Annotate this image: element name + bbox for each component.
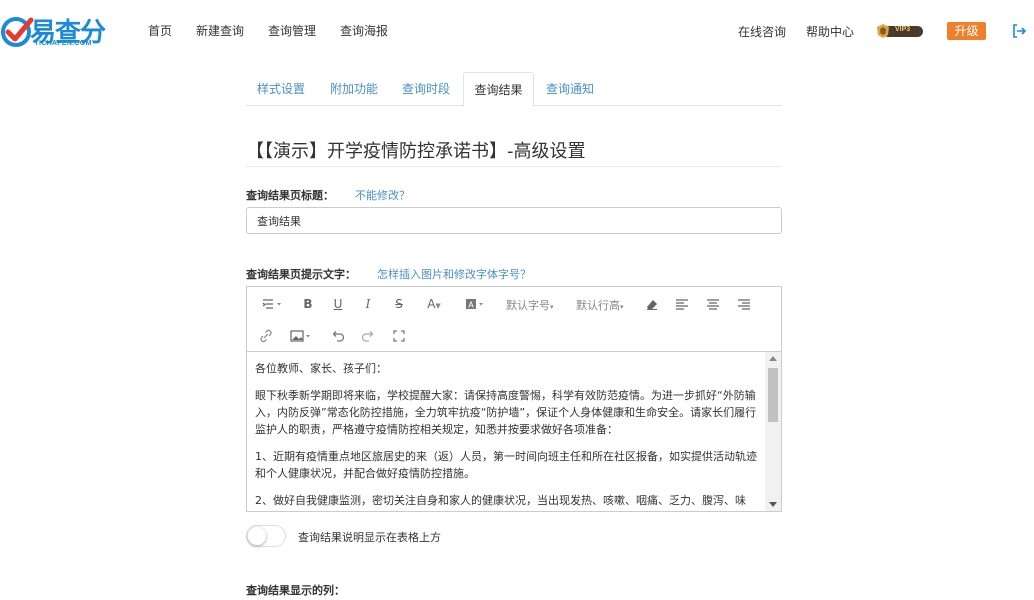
editor-paragraph: 各位教师、家长、孩子们：: [255, 362, 387, 375]
tab-addons[interactable]: 附加功能: [318, 72, 390, 106]
title-divider: [246, 166, 782, 167]
upgrade-button[interactable]: 升级: [947, 22, 986, 40]
indent-icon[interactable]: [261, 295, 283, 313]
show-above-table-toggle[interactable]: [246, 525, 286, 547]
editor-scrollbar[interactable]: [765, 352, 781, 511]
vip-level: VIP3: [895, 26, 911, 33]
page-title: 【【演示】开学疫情防控承诺书】-高级设置: [246, 141, 586, 162]
result-title-label: 查询结果页标题：: [246, 189, 334, 202]
link-icon[interactable]: [257, 327, 275, 345]
logo[interactable]: 易查分 YICHAFEN.COM: [0, 10, 110, 52]
align-left-icon[interactable]: [673, 295, 691, 313]
editor-paragraph: 2、做好自我健康监测，密切关注自身和家人的健康状况，当出现发热、咳嗽、咽痛、乏力…: [255, 494, 746, 507]
tab-style[interactable]: 样式设置: [246, 72, 316, 106]
editor-toolbar: B U I S A▼ A 默认字号▾ 默认行高▾: [247, 287, 781, 352]
cannot-modify-link[interactable]: 不能修改？: [355, 187, 410, 203]
scroll-down-icon[interactable]: [769, 502, 777, 507]
result-columns-label: 查询结果显示的列：: [246, 584, 345, 597]
background-color-icon[interactable]: A: [463, 295, 489, 313]
align-center-icon[interactable]: [704, 295, 722, 313]
editor-paragraph: 眼下秋季新学期即将来临，学校提醒大家：请保持高度警惕，科学有效防范疫情。为进一步…: [255, 389, 757, 436]
nav-query-poster[interactable]: 查询海报: [340, 22, 388, 39]
scroll-thumb[interactable]: [768, 368, 778, 422]
svg-text:A: A: [468, 301, 474, 310]
strikethrough-icon[interactable]: S: [390, 295, 408, 313]
editor-content[interactable]: 各位教师、家长、孩子们： 眼下秋季新学期即将来临，学校提醒大家：请保持高度警惕，…: [247, 352, 765, 511]
italic-icon[interactable]: I: [359, 295, 377, 313]
image-icon[interactable]: [289, 327, 315, 345]
toggle-knob: [248, 527, 266, 545]
font-size-select[interactable]: 默认字号▾: [506, 297, 554, 313]
logo-domain: YICHAFEN.COM: [34, 40, 92, 47]
crown-icon: [877, 24, 889, 38]
fullscreen-icon[interactable]: [390, 327, 408, 345]
top-header: 易查分 YICHAFEN.COM 首页 新建查询 查询管理 查询海报 在线咨询 …: [0, 0, 1034, 62]
redo-icon[interactable]: [359, 327, 377, 345]
bold-icon[interactable]: B: [299, 295, 317, 313]
align-right-icon[interactable]: [735, 295, 753, 313]
main-nav: 首页 新建查询 查询管理 查询海报: [148, 22, 412, 39]
nav-query-manage[interactable]: 查询管理: [268, 22, 316, 39]
eraser-icon[interactable]: [643, 295, 661, 313]
insert-image-help-link[interactable]: 怎样插入图片和修改字体字号？: [377, 266, 531, 282]
result-title-input[interactable]: [246, 207, 782, 234]
rich-text-editor: B U I S A▼ A 默认字号▾ 默认行高▾ 各位教师、家长、孩子们： 眼下…: [246, 286, 782, 512]
underline-icon[interactable]: U: [329, 295, 347, 313]
help-center-link[interactable]: 帮助中心: [806, 23, 854, 40]
tab-query-notify[interactable]: 查询通知: [535, 72, 605, 106]
undo-icon[interactable]: [329, 327, 347, 345]
logout-icon[interactable]: [1011, 23, 1027, 39]
editor-paragraph: 1、近期有疫情重点地区旅居史的来（返）人员，第一时间向班主任和所在社区报备，如实…: [255, 450, 757, 480]
line-height-select[interactable]: 默认行高▾: [576, 297, 624, 313]
toggle-label: 查询结果说明显示在表格上方: [298, 531, 441, 544]
nav-new-query[interactable]: 新建查询: [196, 22, 244, 39]
online-consult-link[interactable]: 在线咨询: [738, 23, 786, 40]
tab-query-period[interactable]: 查询时段: [390, 72, 462, 106]
font-color-icon[interactable]: A▼: [421, 295, 447, 313]
vip-badge[interactable]: VIP3: [875, 23, 925, 39]
tab-query-result[interactable]: 查询结果: [463, 72, 534, 107]
nav-home[interactable]: 首页: [148, 22, 172, 39]
settings-tabs: 样式设置 附加功能 查询时段 查询结果 查询通知: [246, 72, 782, 107]
scroll-up-icon[interactable]: [769, 356, 777, 361]
result-tip-label: 查询结果页提示文字：: [246, 268, 356, 281]
